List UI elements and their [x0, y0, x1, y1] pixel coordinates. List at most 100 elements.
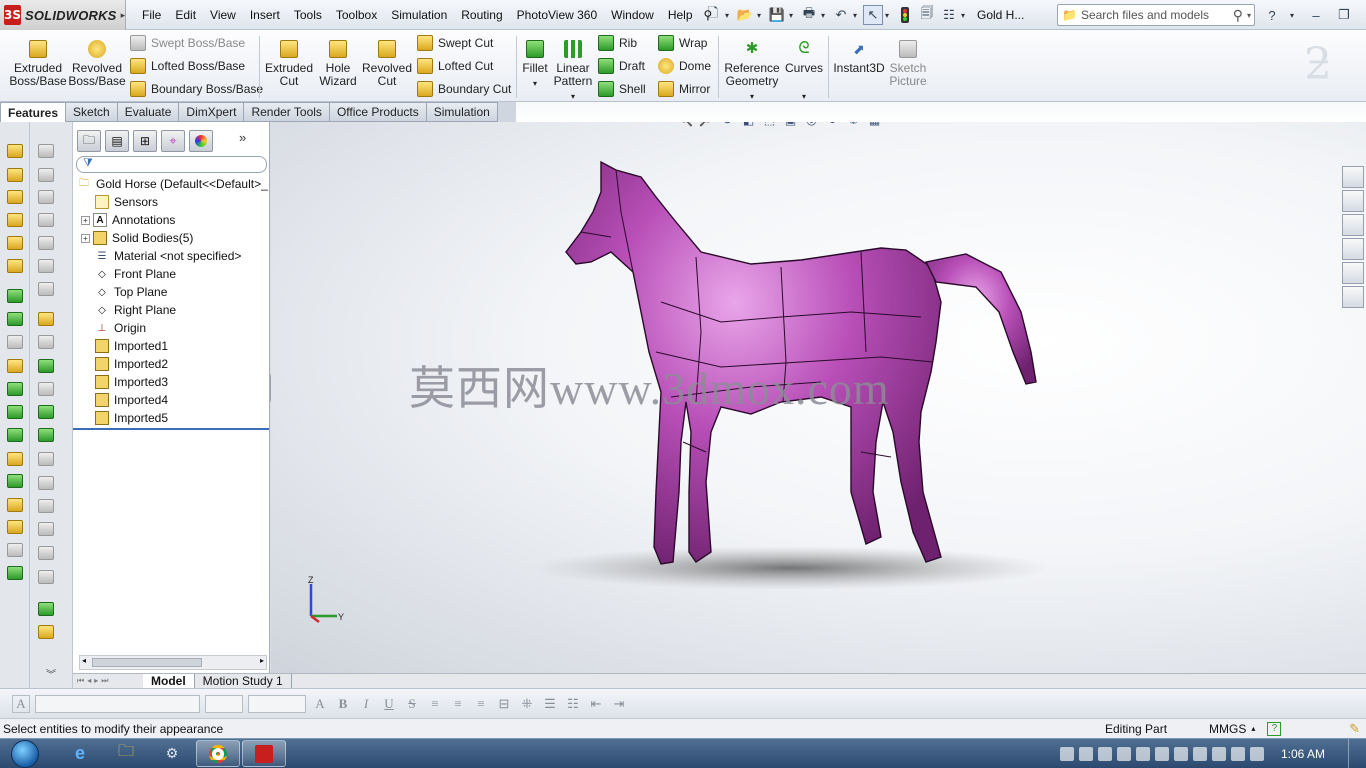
strikethrough-button[interactable]: S — [403, 695, 421, 713]
tree-item-material[interactable]: ☰ Material <not specified> — [95, 247, 242, 265]
graphics-area[interactable]: 🔍 🔎 ↺ ◧ ⬚ ▣ ◎ ◕ ✺ ▦ ⧉ ⊟ – ❐ ✕ — [271, 122, 1366, 673]
hide-show-items-icon[interactable]: ◎ — [803, 122, 820, 128]
next-tab-icon[interactable]: ▸ — [94, 676, 98, 686]
wrap-button[interactable]: Wrap — [658, 34, 707, 52]
menu-simulation[interactable]: Simulation — [384, 8, 454, 22]
increase-indent-icon[interactable]: ⇥ — [610, 695, 628, 713]
property-manager-tab-icon[interactable]: ▤ — [105, 130, 129, 152]
linear-pattern-button[interactable]: Linear Pattern ▾ — [552, 40, 594, 103]
tray-app-icon-1[interactable] — [1059, 746, 1074, 761]
fillet-button[interactable]: Fillet ▾ — [520, 40, 550, 90]
dome-tool-icon[interactable] — [7, 474, 23, 488]
print-icon[interactable]: 🖶 — [799, 5, 819, 25]
align-center-icon[interactable]: ≡ — [449, 695, 467, 713]
volume-icon[interactable] — [1249, 746, 1264, 761]
open-folder-icon[interactable]: 📂 — [735, 5, 755, 25]
minimize-icon[interactable]: – — [1306, 5, 1326, 25]
viewport-minimize-icon[interactable]: – — [1312, 122, 1319, 125]
sketch-tool-icon[interactable] — [38, 312, 54, 326]
boundary-boss-button[interactable]: Boundary Boss/Base — [130, 80, 263, 98]
menu-window[interactable]: Window — [604, 8, 661, 22]
tree-item-sensors[interactable]: Sensors — [95, 193, 158, 211]
gear-tool-icon[interactable] — [7, 335, 23, 349]
knit-tool-icon[interactable] — [38, 259, 54, 273]
expand-panel-icon[interactable]: » — [239, 130, 246, 152]
menu-edit[interactable]: Edit — [168, 8, 203, 22]
first-tab-icon[interactable]: ⏮ — [77, 676, 84, 686]
appearances-scenes-icon[interactable] — [1342, 262, 1364, 284]
wrap-tool-icon[interactable] — [7, 498, 23, 512]
help-status-icon[interactable]: ? — [1267, 721, 1282, 736]
extruded-cut-button[interactable]: Extruded Cut — [263, 40, 315, 88]
trim-entities-icon[interactable] — [38, 382, 54, 396]
select-dropdown-icon[interactable]: ▾ — [885, 11, 893, 20]
dome-button[interactable]: Dome — [658, 57, 711, 75]
solidworks-logo[interactable]: 3S SOLIDWORKS ▸ — [0, 0, 126, 30]
tree-item-origin[interactable]: ⊥ Origin — [95, 319, 146, 337]
show-desktop-button[interactable] — [1348, 739, 1358, 768]
shell-button[interactable]: Shell — [598, 80, 646, 98]
tray-app-icon-2[interactable] — [1078, 746, 1093, 761]
align-right-icon[interactable]: ≡ — [472, 695, 490, 713]
reference-geometry-button[interactable]: ✱ Reference Geometry ▾ — [724, 40, 780, 103]
tab-motion-study-1[interactable]: Motion Study 1 — [195, 674, 292, 688]
sweep-tool-icon[interactable] — [7, 213, 23, 227]
move-body-tool-icon[interactable] — [7, 566, 23, 580]
prev-tab-icon[interactable]: ◂ — [87, 676, 91, 686]
network-taskbar-icon[interactable]: ⚙ — [150, 740, 194, 767]
undo-icon[interactable]: ↶ — [831, 5, 851, 25]
viewport-split-icon[interactable]: ⧉ — [1276, 122, 1285, 125]
font-color-icon[interactable]: A — [311, 695, 329, 713]
dimxpert-manager-tab-icon[interactable]: ⌖ — [161, 130, 185, 152]
help-icon[interactable]: ? — [1262, 5, 1282, 25]
viewport-close-icon[interactable]: ✕ — [1348, 122, 1358, 125]
view-settings-icon[interactable]: ▦ — [866, 122, 883, 128]
spline-tool-icon[interactable] — [38, 522, 54, 536]
trim-tool-icon[interactable] — [38, 282, 54, 296]
cut-tool-icon[interactable] — [7, 236, 23, 250]
bullets-icon[interactable]: ☰ — [541, 695, 559, 713]
smart-dimension-icon[interactable] — [38, 335, 54, 349]
font-name-select[interactable] — [35, 694, 200, 713]
undo-dropdown-icon[interactable]: ▾ — [853, 11, 861, 20]
design-library-icon[interactable] — [1342, 190, 1364, 212]
tab-office-products[interactable]: Office Products — [329, 102, 427, 122]
stack-icon[interactable]: ⁜ — [518, 695, 536, 713]
help-dropdown-icon[interactable]: ▾ — [1290, 11, 1298, 20]
tab-features[interactable]: Features — [0, 102, 67, 122]
tree-filter-input[interactable]: ⧩ — [76, 156, 267, 173]
tree-item-top-plane[interactable]: ◇ Top Plane — [95, 283, 167, 301]
expand-icon[interactable]: + — [81, 215, 90, 225]
file-properties-icon[interactable]: 🗐 — [917, 5, 937, 25]
swept-cut-button[interactable]: Swept Cut — [417, 34, 493, 52]
tree-item-imported2[interactable]: Imported2 — [95, 355, 168, 373]
tray-app-icon-4[interactable] — [1173, 746, 1188, 761]
view-orientation-icon[interactable]: ⬚ — [761, 122, 778, 128]
rebuild-traffic-light-icon[interactable] — [895, 5, 915, 25]
menu-view[interactable]: View — [203, 8, 243, 22]
arc-tool-icon[interactable] — [38, 499, 54, 513]
font-height-input[interactable] — [248, 694, 306, 713]
settings-tool-icon[interactable] — [38, 570, 54, 584]
mirror-button[interactable]: Mirror — [658, 80, 710, 98]
revolve-tool-icon[interactable] — [7, 168, 23, 182]
draft-button[interactable]: Draft — [598, 57, 645, 75]
previous-view-icon[interactable]: ↺ — [719, 122, 736, 128]
align-left-icon[interactable]: ≡ — [426, 695, 444, 713]
draft-tool-icon[interactable] — [7, 382, 23, 396]
feature-tree-tab-icon[interactable]: 🗀 — [77, 130, 101, 152]
tab-sketch[interactable]: Sketch — [66, 102, 118, 122]
new-dropdown-icon[interactable]: ▾ — [725, 11, 733, 20]
text-style-icon[interactable]: A — [12, 694, 30, 713]
save-icon[interactable]: 💾 — [767, 5, 787, 25]
view-palette-icon[interactable] — [1342, 238, 1364, 260]
viewport-tile-icon[interactable]: ⊟ — [1293, 122, 1303, 125]
decrease-indent-icon[interactable]: ⇤ — [587, 695, 605, 713]
search-input[interactable]: Search files and models — [1081, 8, 1229, 22]
security-icon[interactable] — [1116, 746, 1131, 761]
options-dropdown-icon[interactable]: ▾ — [961, 11, 969, 20]
menu-routing[interactable]: Routing — [454, 8, 509, 22]
tab-dimxpert[interactable]: DimXpert — [179, 102, 245, 122]
bold-button[interactable]: B — [334, 695, 352, 713]
tab-simulation[interactable]: Simulation — [426, 102, 498, 122]
